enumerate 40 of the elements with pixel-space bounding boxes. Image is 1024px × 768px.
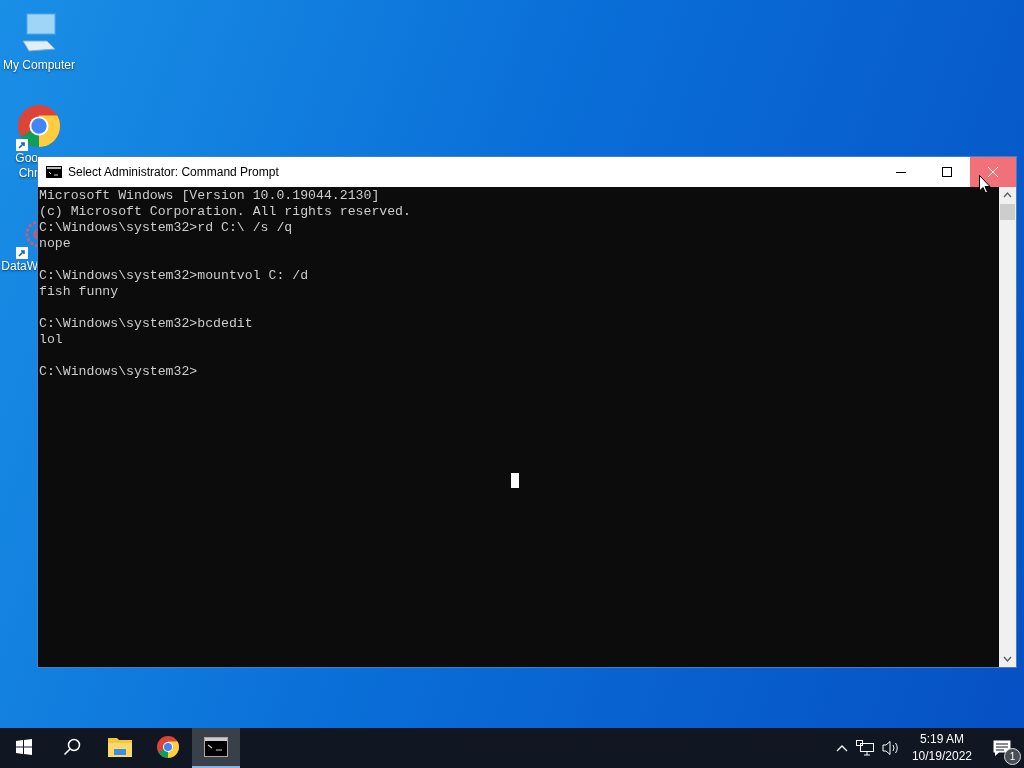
console-line: C:\Windows\system32>rd C:\ /s /q [39, 220, 294, 236]
windows-logo-icon [16, 739, 32, 755]
close-icon [988, 167, 998, 177]
console-line: C:\Windows\system32>mountvol C: /d [39, 268, 310, 284]
console-line: C:\Windows\system32> [39, 364, 199, 380]
network-icon [855, 740, 874, 756]
folder-icon [108, 737, 132, 757]
chrome-icon [156, 735, 180, 759]
console-line: lol [39, 332, 64, 348]
notification-icon [993, 739, 1011, 757]
desktop-icon-label[interactable]: Chr [0, 166, 38, 181]
shortcut-arrow-icon [16, 247, 28, 259]
terminal-icon [204, 737, 228, 757]
minimize-icon [896, 171, 906, 173]
scrollbar[interactable] [999, 187, 1016, 667]
desktop-icon-label[interactable]: DataW [0, 259, 38, 274]
console-line: (c) Microsoft Corporation. All rights reserved. [39, 204, 412, 220]
desktop-icon-label[interactable]: My Computer [3, 58, 75, 73]
caret-up-icon [835, 744, 848, 752]
console-line: fish funny [39, 284, 120, 300]
terminal-icon [46, 166, 62, 178]
taskbar-button[interactable] [192, 728, 240, 768]
text-cursor [511, 473, 519, 488]
mouse-pointer-icon [979, 175, 991, 194]
chrome-icon [16, 103, 62, 149]
scroll-thumb[interactable] [1000, 204, 1015, 220]
window-title: Select Administrator: Command Prompt [68, 165, 280, 179]
speaker-icon [881, 740, 900, 756]
console-line: C:\Windows\system32>bcdedit [39, 316, 254, 332]
console-line: nope [39, 236, 72, 252]
notification-count: 1 [1004, 748, 1021, 765]
action-center-button[interactable]: 1 [980, 728, 1024, 768]
date-text: 10/19/2022 [911, 748, 972, 765]
maximize-icon [942, 167, 952, 177]
desktop-icon-label[interactable]: Goo [0, 151, 38, 166]
time-text: 5:19 AM [919, 731, 964, 748]
clock[interactable]: 5:19 AM 10/19/2022 [903, 728, 980, 768]
console-line: Microsoft Windows [Version 10.0.19044.2130] [39, 188, 381, 204]
search-icon [63, 738, 81, 756]
shortcut-arrow-icon [16, 139, 28, 151]
